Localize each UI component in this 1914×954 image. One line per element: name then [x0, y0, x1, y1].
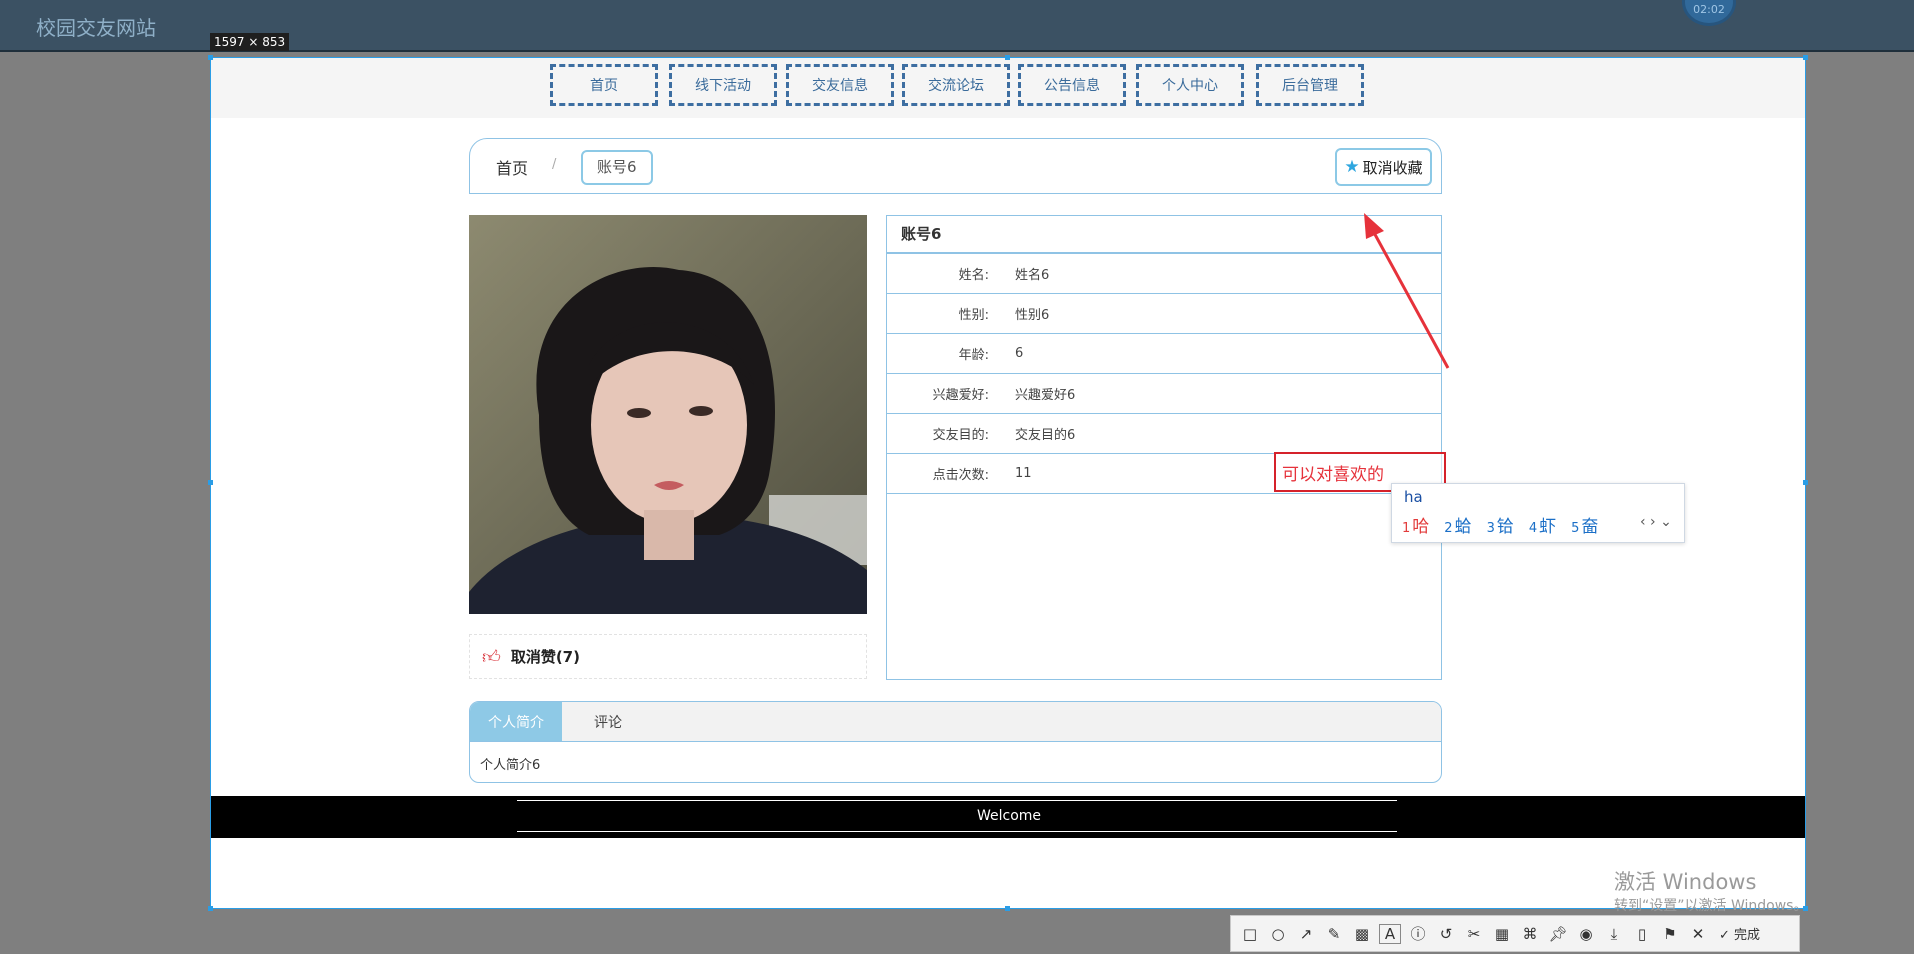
info-key: 性别:: [958, 308, 989, 323]
info-key: 交友目的:: [932, 428, 989, 443]
nav-item-activities[interactable]: 线下活动: [669, 64, 777, 106]
breadcrumb-separator: /: [552, 157, 557, 172]
phone-icon[interactable]: ▯: [1631, 925, 1653, 943]
text-icon[interactable]: A: [1379, 923, 1401, 944]
capture-size-label: 1597 × 853: [210, 33, 290, 51]
ime-candidate-number: 3: [1486, 521, 1495, 536]
done-button[interactable]: ✓ 完成: [1719, 924, 1760, 943]
resize-handle[interactable]: [1005, 55, 1010, 60]
done-label: 完成: [1734, 928, 1761, 943]
ime-candidate[interactable]: 2蛤: [1444, 512, 1471, 537]
nav-item-notices[interactable]: 公告信息: [1018, 64, 1126, 106]
info-value: 兴趣爱好6: [1015, 388, 1076, 403]
screenshot-toolbar: □ ○ ↗ ✎ ▩ A ⓘ ↺ ✂ ▦ ⌘ 📌︎ ◉ ⤓ ▯ ⚑ ✕ ✓ 完成: [1230, 915, 1800, 952]
ocr-icon[interactable]: ▦: [1491, 925, 1513, 943]
info-value: 性别6: [1015, 308, 1050, 323]
nav-item-admin[interactable]: 后台管理: [1256, 64, 1364, 106]
info-key: 兴趣爱好:: [932, 388, 989, 403]
background-site-title: 校园交友网站: [36, 16, 156, 40]
footer-welcome: Welcome: [976, 808, 1042, 824]
windows-watermark-subtitle: 转到“设置”以激活 Windows。: [1614, 898, 1808, 914]
info-value: 姓名6: [1015, 268, 1050, 283]
top-nav: 首页 线下活动 交友信息 交流论坛 公告信息 个人中心 后台管理: [211, 58, 1805, 118]
ime-candidate-char: 蛤: [1454, 517, 1472, 537]
tab-content: 个人简介6: [480, 758, 541, 773]
footer-divider: [517, 800, 1397, 801]
nav-item-friend-info[interactable]: 交友信息: [786, 64, 894, 106]
breadcrumb-home-link[interactable]: 首页: [496, 155, 528, 179]
resize-handle[interactable]: [1803, 55, 1808, 60]
background-clock-badge: 02:02: [1682, 0, 1736, 26]
ime-candidate-char: 虾: [1539, 517, 1557, 537]
resize-handle[interactable]: [208, 55, 213, 60]
unfavorite-label: 取消收藏: [1362, 158, 1423, 177]
close-icon[interactable]: ✕: [1687, 925, 1709, 943]
ime-candidates: 1哈 2蛤 3铪 4虾 5奤: [1402, 512, 1598, 537]
tab-bar: 个人简介 评论: [470, 702, 1441, 742]
star-icon: ★: [1344, 157, 1360, 177]
resize-handle[interactable]: [1803, 480, 1808, 485]
info-key: 姓名:: [958, 268, 989, 283]
ime-candidate[interactable]: 1哈: [1402, 512, 1429, 537]
info-value: 11: [1015, 466, 1032, 481]
ime-page-nav[interactable]: ‹ › ⌄: [1640, 514, 1672, 530]
tab-comments[interactable]: 评论: [562, 702, 654, 741]
undo-icon[interactable]: ↺: [1435, 925, 1457, 943]
footer-divider: [517, 831, 1397, 832]
nav-item-profile-center[interactable]: 个人中心: [1136, 64, 1244, 106]
ime-candidate-number: 4: [1528, 521, 1538, 536]
breadcrumb: 首页 / 账号6 ★ 取消收藏: [469, 138, 1442, 194]
ime-candidate[interactable]: 4虾: [1529, 512, 1556, 537]
profile-photo: [469, 215, 867, 614]
info-value: 交友目的6: [1015, 428, 1076, 443]
number-icon[interactable]: ⓘ: [1407, 923, 1429, 944]
scissor-icon[interactable]: ✂: [1463, 925, 1485, 943]
bookmark-icon[interactable]: ⚑: [1659, 925, 1681, 943]
ellipse-icon[interactable]: ○: [1267, 925, 1289, 943]
rectangle-icon[interactable]: □: [1239, 925, 1261, 943]
pen-icon[interactable]: ✎: [1323, 925, 1345, 943]
translate-icon[interactable]: ⌘: [1519, 925, 1541, 943]
info-key: 年龄:: [958, 348, 989, 363]
arrow-icon[interactable]: ↗: [1295, 925, 1317, 943]
info-row-purpose: 交友目的: 交友目的6: [887, 414, 1441, 454]
tab-bio[interactable]: 个人简介: [470, 702, 562, 741]
ime-candidate-number: 2: [1444, 521, 1453, 536]
like-box[interactable]: 👍︎ 取消赞(7): [469, 634, 867, 679]
pin-icon[interactable]: 📌︎: [1547, 925, 1569, 943]
nav-item-home[interactable]: 首页: [550, 64, 658, 106]
unfavorite-button[interactable]: ★ 取消收藏: [1335, 148, 1432, 186]
ime-candidate-number: 1: [1402, 521, 1411, 536]
ime-input: ha: [1404, 488, 1423, 506]
record-icon[interactable]: ◉: [1575, 925, 1597, 943]
info-key: 点击次数:: [932, 468, 989, 483]
download-icon[interactable]: ⤓: [1603, 925, 1625, 943]
resize-handle[interactable]: [208, 480, 213, 485]
resize-handle[interactable]: [208, 906, 213, 911]
windows-watermark-title: 激活 Windows: [1614, 870, 1757, 894]
annotation-arrow[interactable]: [1350, 205, 1460, 375]
ime-candidate[interactable]: 5奤: [1571, 512, 1598, 537]
nav-item-forum[interactable]: 交流论坛: [902, 64, 1010, 106]
ime-candidate-number: 5: [1571, 521, 1580, 536]
ime-candidate-char: 奤: [1581, 517, 1599, 537]
info-value: 6: [1015, 346, 1024, 361]
thumbs-up-icon: 👍︎: [482, 646, 501, 668]
footer: Welcome: [211, 796, 1805, 838]
ime-candidate-char: 铪: [1496, 517, 1514, 537]
info-row-hobbies: 兴趣爱好: 兴趣爱好6: [887, 374, 1441, 414]
ime-candidate-window[interactable]: ha 1哈 2蛤 3铪 4虾 5奤 ‹ › ⌄: [1391, 483, 1685, 543]
profile-tabs: 个人简介 评论 个人简介6: [469, 701, 1442, 783]
unlike-label: 取消赞(7): [510, 648, 580, 666]
mosaic-icon[interactable]: ▩: [1351, 925, 1373, 943]
ime-candidate-char: 哈: [1412, 517, 1430, 537]
resize-handle[interactable]: [1005, 906, 1010, 911]
ime-candidate[interactable]: 3铪: [1487, 512, 1514, 537]
breadcrumb-current: 账号6: [581, 150, 653, 185]
